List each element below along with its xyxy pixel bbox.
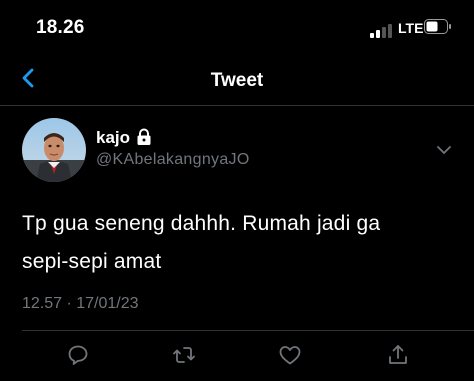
retweet-icon (173, 347, 195, 363)
avatar[interactable] (22, 118, 86, 182)
more-options-button[interactable] (436, 143, 452, 155)
share-button[interactable] (386, 343, 410, 367)
reply-button[interactable] (66, 343, 90, 367)
battery-icon (424, 19, 452, 34)
nav-bar: Tweet (0, 52, 474, 106)
page-title: Tweet (210, 70, 264, 91)
tweet-text-line: sepi-sepi amat (22, 250, 162, 273)
divider (22, 330, 474, 331)
tweet-text: Tp gua seneng dahhh. Rumah jadi ga sepi-… (22, 205, 452, 281)
like-button[interactable] (278, 343, 302, 367)
user-handle[interactable]: @KAbelakangnyaJO (96, 151, 250, 169)
retweet-button[interactable] (172, 343, 196, 367)
chevron-down-icon (437, 146, 451, 154)
reply-icon (68, 345, 88, 365)
signal-bars-icon (370, 24, 394, 38)
tweet-timestamp: 12.57 · 17/01/23 (22, 295, 139, 312)
like-icon (279, 346, 301, 365)
display-name[interactable]: kajo (96, 128, 130, 148)
share-icon (389, 345, 407, 364)
network-type: LTE (398, 20, 424, 36)
status-bar: 18.26 LTE (0, 0, 474, 52)
tweet-text-line: Tp gua seneng dahhh. Rumah jadi ga (22, 212, 381, 235)
status-time: 18.26 (36, 17, 85, 38)
lock-icon (136, 128, 152, 146)
